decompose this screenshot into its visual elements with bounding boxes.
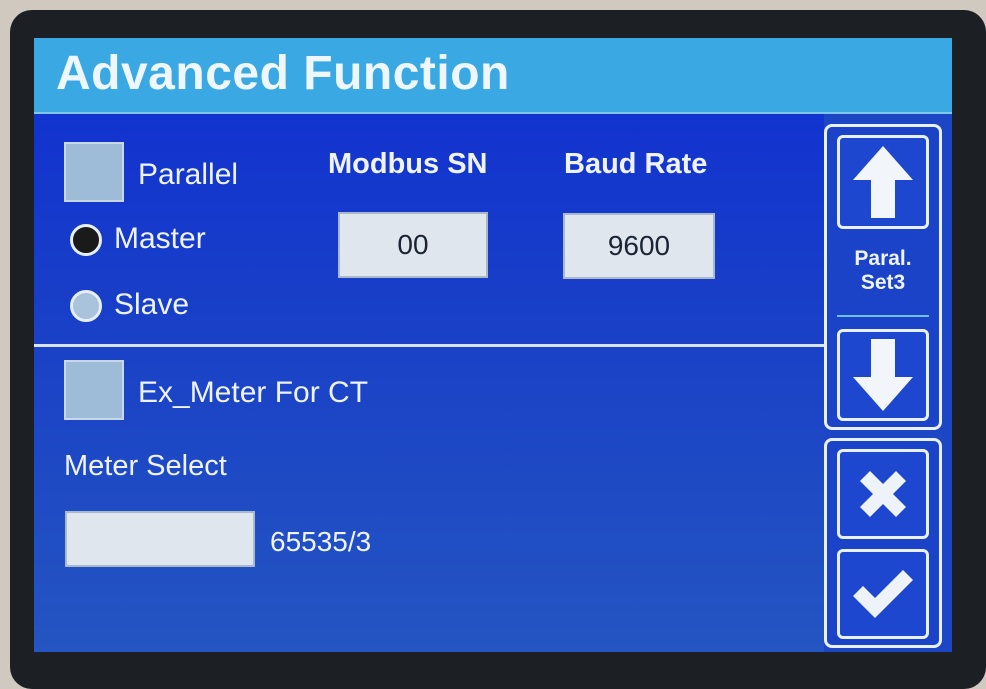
parallel-label: Parallel xyxy=(138,158,239,191)
cancel-button[interactable] xyxy=(837,449,929,539)
settings-panel: Parallel Master Slave Modbus SN 00 Baud … xyxy=(34,114,824,652)
meter-select-field[interactable] xyxy=(65,511,255,567)
modbus-sn-label: Modbus SN xyxy=(328,148,488,180)
page-up-button[interactable] xyxy=(837,135,929,229)
page-label-line1: Paral. xyxy=(854,247,912,270)
baud-rate-label: Baud Rate xyxy=(564,148,708,180)
parallel-checkbox[interactable] xyxy=(64,142,124,202)
page-label: Paral. Set3 xyxy=(827,247,939,295)
meter-select-label: Meter Select xyxy=(64,450,227,482)
action-group xyxy=(824,438,942,648)
slave-radio[interactable] xyxy=(70,290,102,322)
close-icon xyxy=(860,471,906,517)
page-label-line2: Set3 xyxy=(860,271,906,294)
section-divider xyxy=(34,344,824,347)
modbus-sn-field[interactable]: 00 xyxy=(338,212,488,278)
page-nav-group: Paral. Set3 xyxy=(824,124,942,430)
page-down-button[interactable] xyxy=(837,329,929,421)
baud-rate-field[interactable]: 9600 xyxy=(563,213,715,279)
confirm-button[interactable] xyxy=(837,549,929,639)
ex-meter-checkbox[interactable] xyxy=(64,360,124,420)
page-title: Advanced Function xyxy=(56,47,510,100)
check-icon xyxy=(853,570,913,618)
arrow-down-icon xyxy=(853,339,913,411)
meter-count-value: 65535/3 xyxy=(270,526,372,557)
side-rule xyxy=(837,315,929,317)
master-radio[interactable] xyxy=(70,224,102,256)
arrow-up-icon xyxy=(853,146,913,218)
master-label: Master xyxy=(114,222,206,255)
slave-label: Slave xyxy=(114,288,190,321)
title-bar: Advanced Function xyxy=(34,38,952,114)
hmi-screen: Advanced Function Parallel Master Slave … xyxy=(34,38,952,652)
ex-meter-label: Ex_Meter For CT xyxy=(138,376,369,409)
